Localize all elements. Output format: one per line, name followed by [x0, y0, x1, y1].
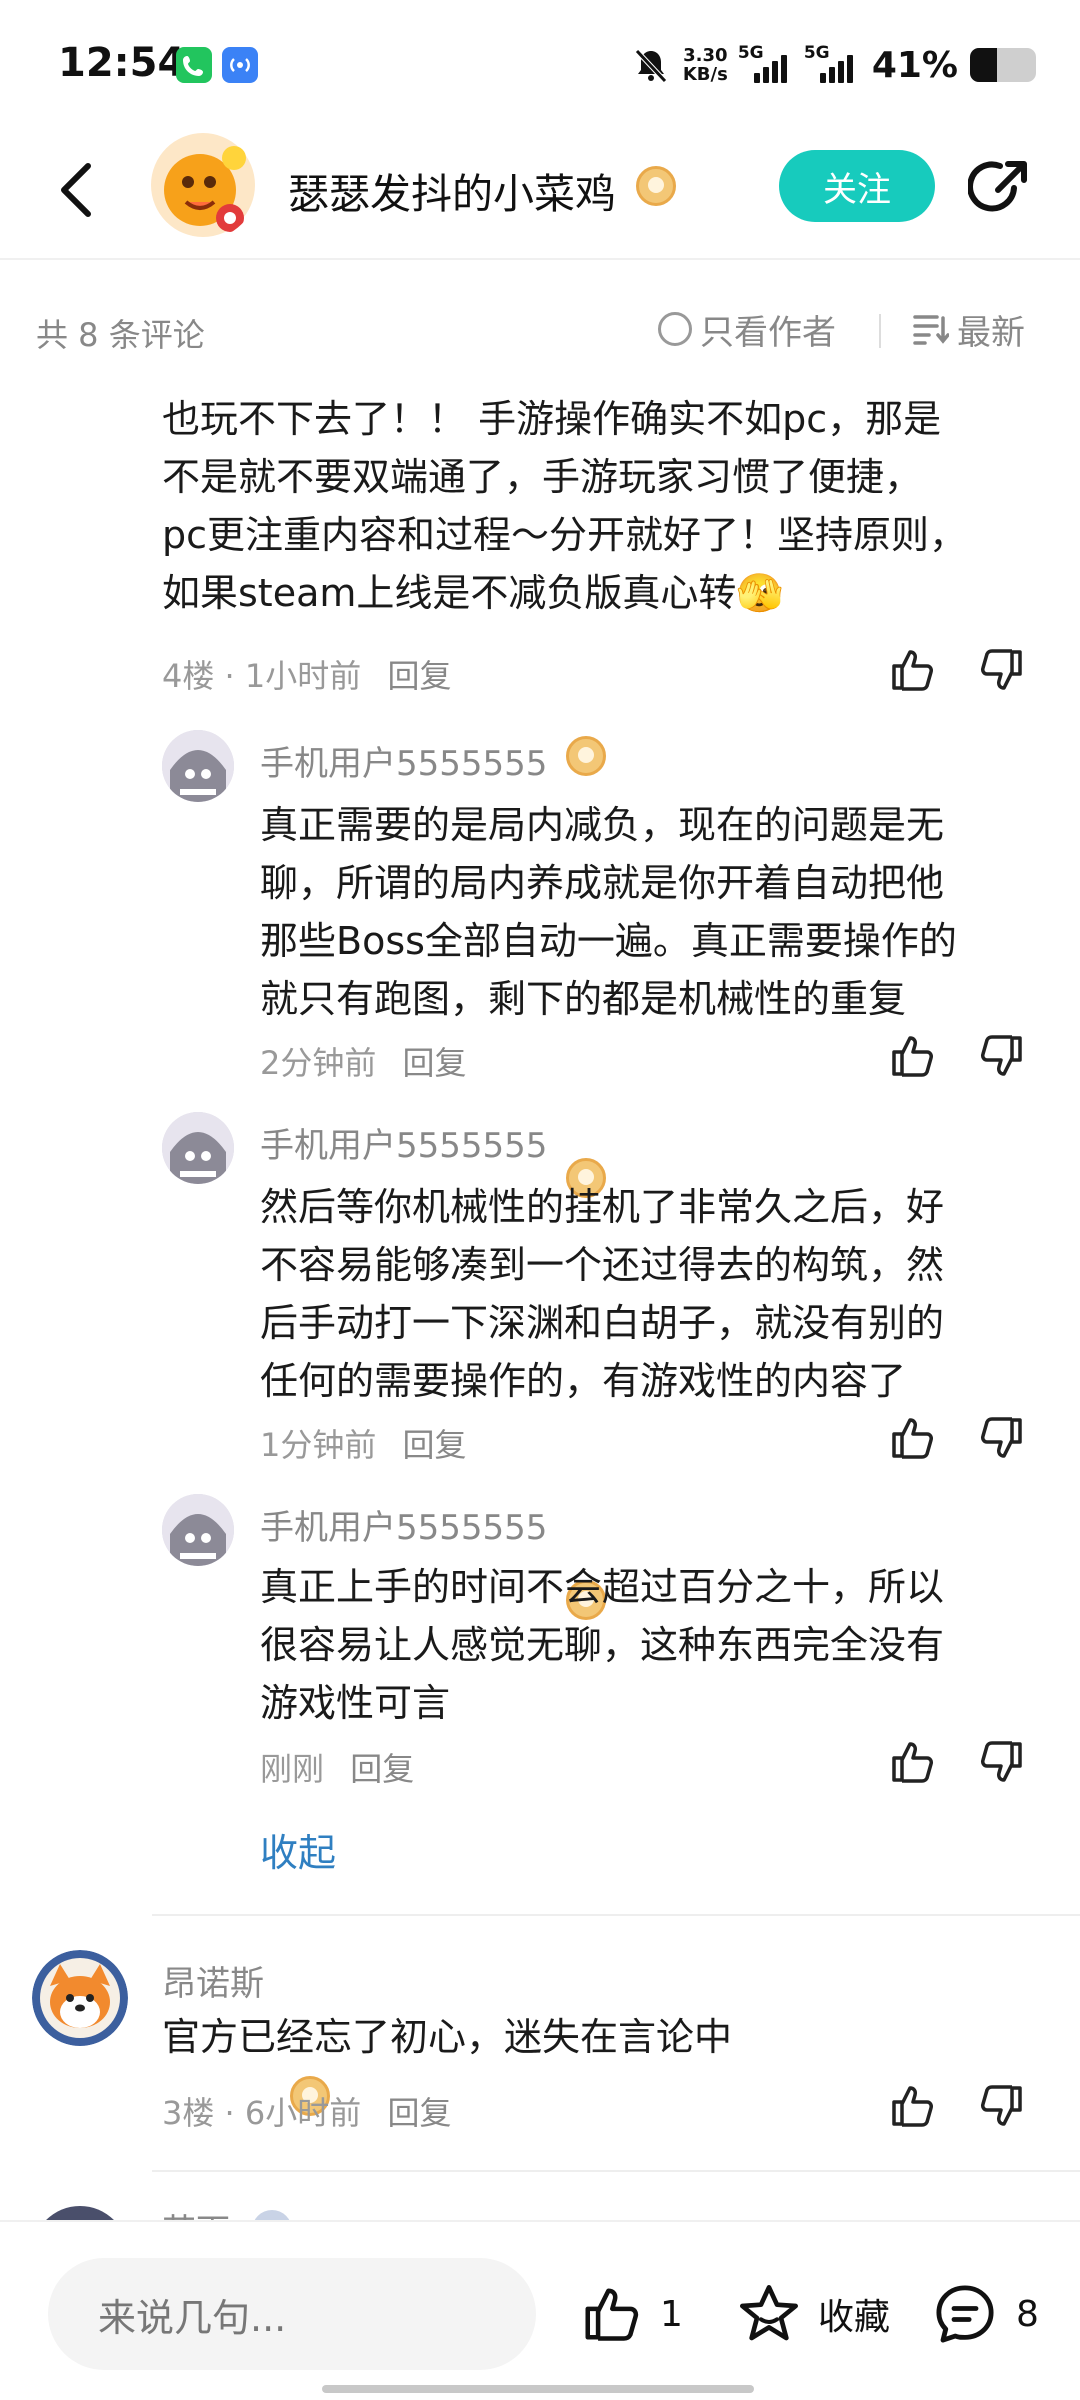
- reply-button[interactable]: 回复: [387, 2094, 451, 2132]
- reply-meta: 2分钟前 回复: [260, 1038, 467, 1084]
- reply-line: 聊，所谓的局内养成就是你开着自动把他: [260, 861, 945, 905]
- comment-filter-row: 共 8 条评论 只看作者 最新: [0, 300, 1080, 360]
- status-icons: 3.30 KB/s 5G 5G 41%: [631, 40, 1036, 90]
- floor-number: 4楼: [162, 657, 215, 695]
- author-only-label: 只看作者: [700, 312, 836, 353]
- reply-line: 真正上手的时间不会超过百分之十，所以: [260, 1565, 945, 1609]
- thumbs-up-icon[interactable]: [888, 2082, 936, 2130]
- thumbs-up-icon: [585, 2288, 639, 2341]
- like-count: 1: [660, 2293, 683, 2335]
- comment-line: 也玩不下去了！！ 手游操作确实不如pc，那是: [162, 397, 942, 441]
- reply-time: 1分钟前: [260, 1426, 377, 1464]
- reply-button[interactable]: 回复: [387, 657, 451, 695]
- thumbs-up-icon[interactable]: [888, 1738, 936, 1786]
- net-speed: 3.30 KB/s: [682, 45, 728, 85]
- reply-line: 游戏性可言: [260, 1681, 451, 1725]
- thumbs-up-icon[interactable]: [888, 1414, 936, 1462]
- comment-line: 如果steam上线是不减负版真心转🫣: [162, 571, 784, 615]
- thumbs-down-icon[interactable]: [978, 2082, 1026, 2130]
- reply-avatar[interactable]: [162, 730, 234, 802]
- star-icon: [740, 2285, 798, 2341]
- battery-percent: 41%: [871, 44, 958, 86]
- level-badge-icon: [636, 166, 676, 206]
- signal-sim2-icon: 5G: [804, 43, 860, 83]
- reply-text: 然后等你机械性的挂机了非常久之后，好 不容易能够凑到一个还过得去的构筑，然 后手…: [260, 1178, 1060, 1410]
- reply-time: 2分钟前: [260, 1044, 377, 1082]
- like-button[interactable]: 1: [578, 2274, 683, 2354]
- back-arrow-icon[interactable]: [56, 160, 96, 220]
- level-badge-icon: [566, 736, 606, 776]
- reply-button[interactable]: 回复: [350, 1750, 414, 1788]
- comment-bubble-icon: [936, 2285, 994, 2343]
- reply-meta: 刚刚 回复: [260, 1744, 414, 1790]
- reply-line: 任何的需要操作的，有游戏性的内容了: [260, 1359, 907, 1403]
- thumbs-down-icon[interactable]: [978, 646, 1026, 694]
- reply-line: 后手动打一下深渊和白胡子，就没有别的: [260, 1301, 945, 1345]
- divider: [152, 2170, 1080, 2172]
- reply-user-name[interactable]: 手机用户5555555: [260, 1500, 547, 1549]
- reply-line: 那些Boss全部自动一遍。真正需要操作的: [260, 919, 957, 963]
- reply-button[interactable]: 回复: [403, 1426, 467, 1464]
- author-only-toggle[interactable]: 只看作者: [658, 304, 836, 354]
- comment-line: 不是就不要双端通了，手游玩家习惯了便捷，: [162, 455, 923, 499]
- thumbs-down-icon[interactable]: [978, 1738, 1026, 1786]
- sort-lines-icon: [913, 315, 949, 345]
- reply-text: 真正上手的时间不会超过百分之十，所以 很容易让人感觉无聊，这种东西完全没有 游戏…: [260, 1558, 1060, 1732]
- floor-number: 3楼: [162, 2094, 215, 2132]
- sort-toggle[interactable]: 最新: [913, 304, 1025, 354]
- sort-label: 最新: [957, 312, 1025, 353]
- comment-count-badge: 8: [1016, 2293, 1039, 2335]
- reply-line: 不容易能够凑到一个还过得去的构筑，然: [260, 1243, 945, 1287]
- reply-line: 然后等你机械性的挂机了非常久之后，好: [260, 1185, 945, 1229]
- comment-line: pc更注重内容和过程～分开就好了！坚持原则，: [162, 513, 968, 557]
- reply-avatar[interactable]: [162, 1494, 234, 1566]
- bottom-action-bar: 来说几句... 1 收藏 8: [0, 2220, 1080, 2400]
- signal-sim1-icon: 5G: [738, 43, 794, 83]
- commenter-name[interactable]: 昂诺斯: [162, 1956, 264, 2005]
- reply-line: 真正需要的是局内减负，现在的问题是无: [260, 803, 945, 847]
- reply-button[interactable]: 回复: [403, 1044, 467, 1082]
- thumbs-down-icon[interactable]: [978, 1032, 1026, 1080]
- reply-user-name[interactable]: 手机用户5555555: [260, 1118, 547, 1167]
- divider: [879, 314, 881, 348]
- thumbs-up-icon[interactable]: [888, 1032, 936, 1080]
- reply-line: 很容易让人感觉无聊，这种东西完全没有: [260, 1623, 945, 1667]
- radio-circle-icon: [658, 312, 692, 346]
- reply-avatar[interactable]: [162, 1112, 234, 1184]
- thumbs-up-icon[interactable]: [888, 646, 936, 694]
- reply-meta: 1分钟前 回复: [260, 1420, 467, 1466]
- divider: [152, 1914, 1080, 1916]
- battery-icon: [970, 48, 1036, 82]
- comment-time: 1小时前: [244, 657, 362, 695]
- reply-text: 真正需要的是局内减负，现在的问题是无 聊，所谓的局内养成就是你开着自动把他 那些…: [260, 796, 1060, 1028]
- home-indicator[interactable]: [322, 2385, 754, 2393]
- bell-off-icon: [635, 49, 667, 83]
- reply-time: 刚刚: [260, 1750, 325, 1788]
- comment-text: 官方已经忘了初心，迷失在言论中: [162, 2015, 733, 2059]
- phone-app-icon: [176, 47, 212, 83]
- thread-comment-meta: 4楼 · 1小时前 回复: [162, 657, 452, 695]
- follow-button[interactable]: 关注: [779, 150, 935, 222]
- status-bar: 12:54 3.30 KB/s 5G 5G 41%: [0, 0, 1080, 130]
- author-avatar[interactable]: [148, 130, 258, 240]
- comment-time: 6小时前: [244, 2094, 362, 2132]
- reply-user-name[interactable]: 手机用户5555555: [260, 736, 547, 785]
- author-name[interactable]: 瑟瑟发抖的小菜鸡: [288, 160, 616, 220]
- thumbs-down-icon[interactable]: [978, 1414, 1026, 1462]
- collapse-replies-link[interactable]: 收起: [260, 1822, 336, 1877]
- comments-button[interactable]: 8: [930, 2274, 1039, 2354]
- share-icon[interactable]: [968, 156, 1032, 220]
- thread-comment-text: 也玩不下去了！！ 手游操作确实不如pc，那是 不是就不要双端通了，手游玩家习惯了…: [162, 390, 1062, 622]
- comment-input[interactable]: 来说几句...: [48, 2258, 536, 2370]
- favorite-label: 收藏: [818, 2297, 891, 2338]
- favorite-button[interactable]: 收藏: [736, 2274, 890, 2354]
- post-header: 瑟瑟发抖的小菜鸡 关注: [0, 130, 1080, 260]
- comment-meta: 3楼 · 6小时前 回复: [162, 2094, 452, 2132]
- reply-line: 就只有跑图，剩下的都是机械性的重复: [260, 977, 907, 1021]
- broadcast-app-icon: [222, 47, 258, 83]
- commenter-avatar[interactable]: [32, 1950, 128, 2046]
- status-time: 12:54: [58, 40, 186, 86]
- comment-count: 共 8 条评论: [36, 316, 205, 354]
